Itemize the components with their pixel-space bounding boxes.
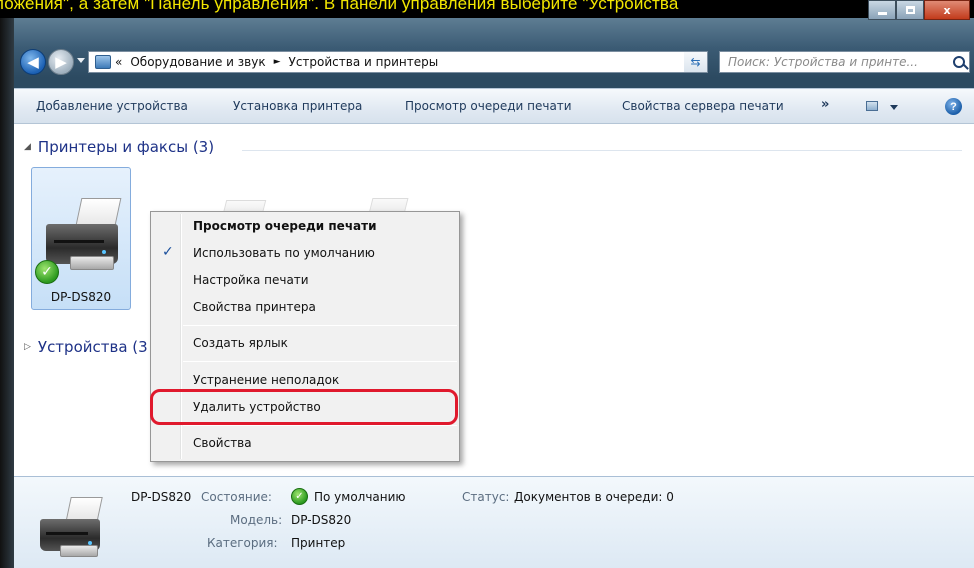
expand-triangle-icon[interactable]: ▷ (24, 342, 31, 352)
menu-item-label: Устранение неполадок (193, 373, 340, 387)
back-button[interactable]: ◀ (20, 49, 46, 75)
breadcrumb-devices-and-printers[interactable]: Устройства и принтеры (289, 55, 439, 69)
window-caption-buttons: x (868, 0, 970, 20)
menu-item-properties[interactable]: Свойства (153, 432, 457, 454)
checkmark-icon: ✓ (162, 244, 174, 260)
printer-icon (36, 497, 106, 563)
forward-arrow-icon: ▶ (55, 53, 67, 71)
menu-item-label: Свойства принтера (193, 300, 316, 314)
menu-item-set-as-default[interactable]: ✓ Использовать по умолчанию (153, 242, 457, 264)
menu-item-create-shortcut[interactable]: Создать ярлык (153, 332, 457, 354)
details-device-name: DP-DS820 (131, 490, 192, 504)
search-input[interactable]: Поиск: Устройства и принте... (719, 51, 970, 73)
details-status-value: Документов в очереди: 0 (514, 490, 674, 504)
view-print-queue-button[interactable]: Просмотр очереди печати (405, 99, 572, 113)
instruction-caption: ложения", а затем "Панель управления". В… (0, 0, 974, 18)
forward-button[interactable]: ▶ (48, 49, 74, 75)
install-printer-button[interactable]: Установка принтера (233, 99, 362, 113)
menu-item-label: Свойства (193, 436, 252, 450)
remove-device-highlight-ring (150, 389, 458, 425)
group-divider (242, 150, 962, 151)
help-button[interactable]: ? (945, 98, 962, 115)
menu-item-label: Настройка печати (193, 273, 309, 287)
details-model-value: DP-DS820 (291, 513, 352, 527)
minimize-icon (877, 11, 887, 15)
view-options-dropdown-icon[interactable] (890, 105, 898, 110)
more-commands-button[interactable]: » (821, 97, 829, 112)
address-overflow[interactable]: « (115, 55, 122, 69)
group-title-printers: Принтеры и факсы (3) (37, 138, 215, 156)
device-tile-dp-ds820[interactable]: ✓ DP-DS820 (31, 167, 131, 310)
menu-item-printer-properties[interactable]: Свойства принтера (153, 296, 457, 318)
menu-item-view-print-queue[interactable]: Просмотр очереди печати (153, 215, 457, 237)
window-left-edge (0, 18, 14, 568)
change-view-icon[interactable] (866, 101, 878, 111)
close-icon: x (943, 3, 951, 17)
recent-pages-dropdown-icon[interactable] (77, 58, 85, 63)
menu-separator (183, 425, 457, 426)
details-state-value: По умолчанию (314, 490, 406, 504)
menu-separator (183, 361, 457, 362)
group-header-printers[interactable]: ◢ Принтеры и факсы (3) (24, 138, 214, 156)
instruction-caption-text: ложения", а затем "Панель управления". В… (0, 0, 679, 13)
details-state-label: Состояние: (201, 490, 272, 504)
menu-item-troubleshoot[interactable]: Устранение неполадок (153, 369, 457, 391)
search-icon[interactable] (953, 56, 965, 68)
maximize-icon (905, 6, 915, 14)
details-status-label: Статус: (462, 490, 510, 504)
help-icon: ? (950, 100, 957, 113)
details-pane: DP-DS820 Состояние: ✓ По умолчанию Стату… (14, 476, 974, 568)
collapse-triangle-icon[interactable]: ◢ (24, 142, 31, 152)
breadcrumb-separator-icon[interactable]: ► (274, 57, 281, 67)
address-bar[interactable]: « Оборудование и звук ► Устройства и при… (88, 51, 702, 73)
menu-item-label: Использовать по умолчанию (193, 246, 375, 260)
refresh-icon: ⇆ (690, 55, 701, 69)
group-title-devices: Устройства (3 (37, 338, 148, 356)
default-status-check-icon: ✓ (291, 488, 308, 505)
navigation-bar: ◀ ▶ « Оборудование и звук ► Устройства и… (14, 46, 974, 78)
breadcrumb-hardware-and-sound[interactable]: Оборудование и звук (130, 55, 265, 69)
group-header-devices[interactable]: ▷ Устройства (3 (24, 338, 148, 356)
minimize-button[interactable] (868, 0, 896, 20)
details-category-label: Категория: (207, 536, 278, 550)
menu-separator (183, 325, 457, 326)
control-panel-icon (95, 55, 111, 69)
add-device-button[interactable]: Добавление устройства (36, 99, 188, 113)
menu-item-label: Просмотр очереди печати (193, 219, 377, 233)
back-arrow-icon: ◀ (27, 53, 39, 71)
command-bar: Добавление устройства Установка принтера… (14, 88, 974, 124)
refresh-button[interactable]: ⇆ (684, 51, 708, 73)
menu-item-label: Создать ярлык (193, 336, 288, 350)
search-placeholder: Поиск: Устройства и принте... (728, 55, 918, 69)
details-category-value: Принтер (291, 536, 346, 550)
maximize-button[interactable] (896, 0, 924, 20)
menu-item-printing-preferences[interactable]: Настройка печати (153, 269, 457, 291)
details-model-label: Модель: (230, 513, 283, 527)
close-button[interactable]: x (924, 0, 970, 20)
device-label: DP-DS820 (50, 290, 112, 304)
print-server-properties-button[interactable]: Свойства сервера печати (622, 99, 784, 113)
default-printer-check-icon: ✓ (35, 260, 59, 284)
